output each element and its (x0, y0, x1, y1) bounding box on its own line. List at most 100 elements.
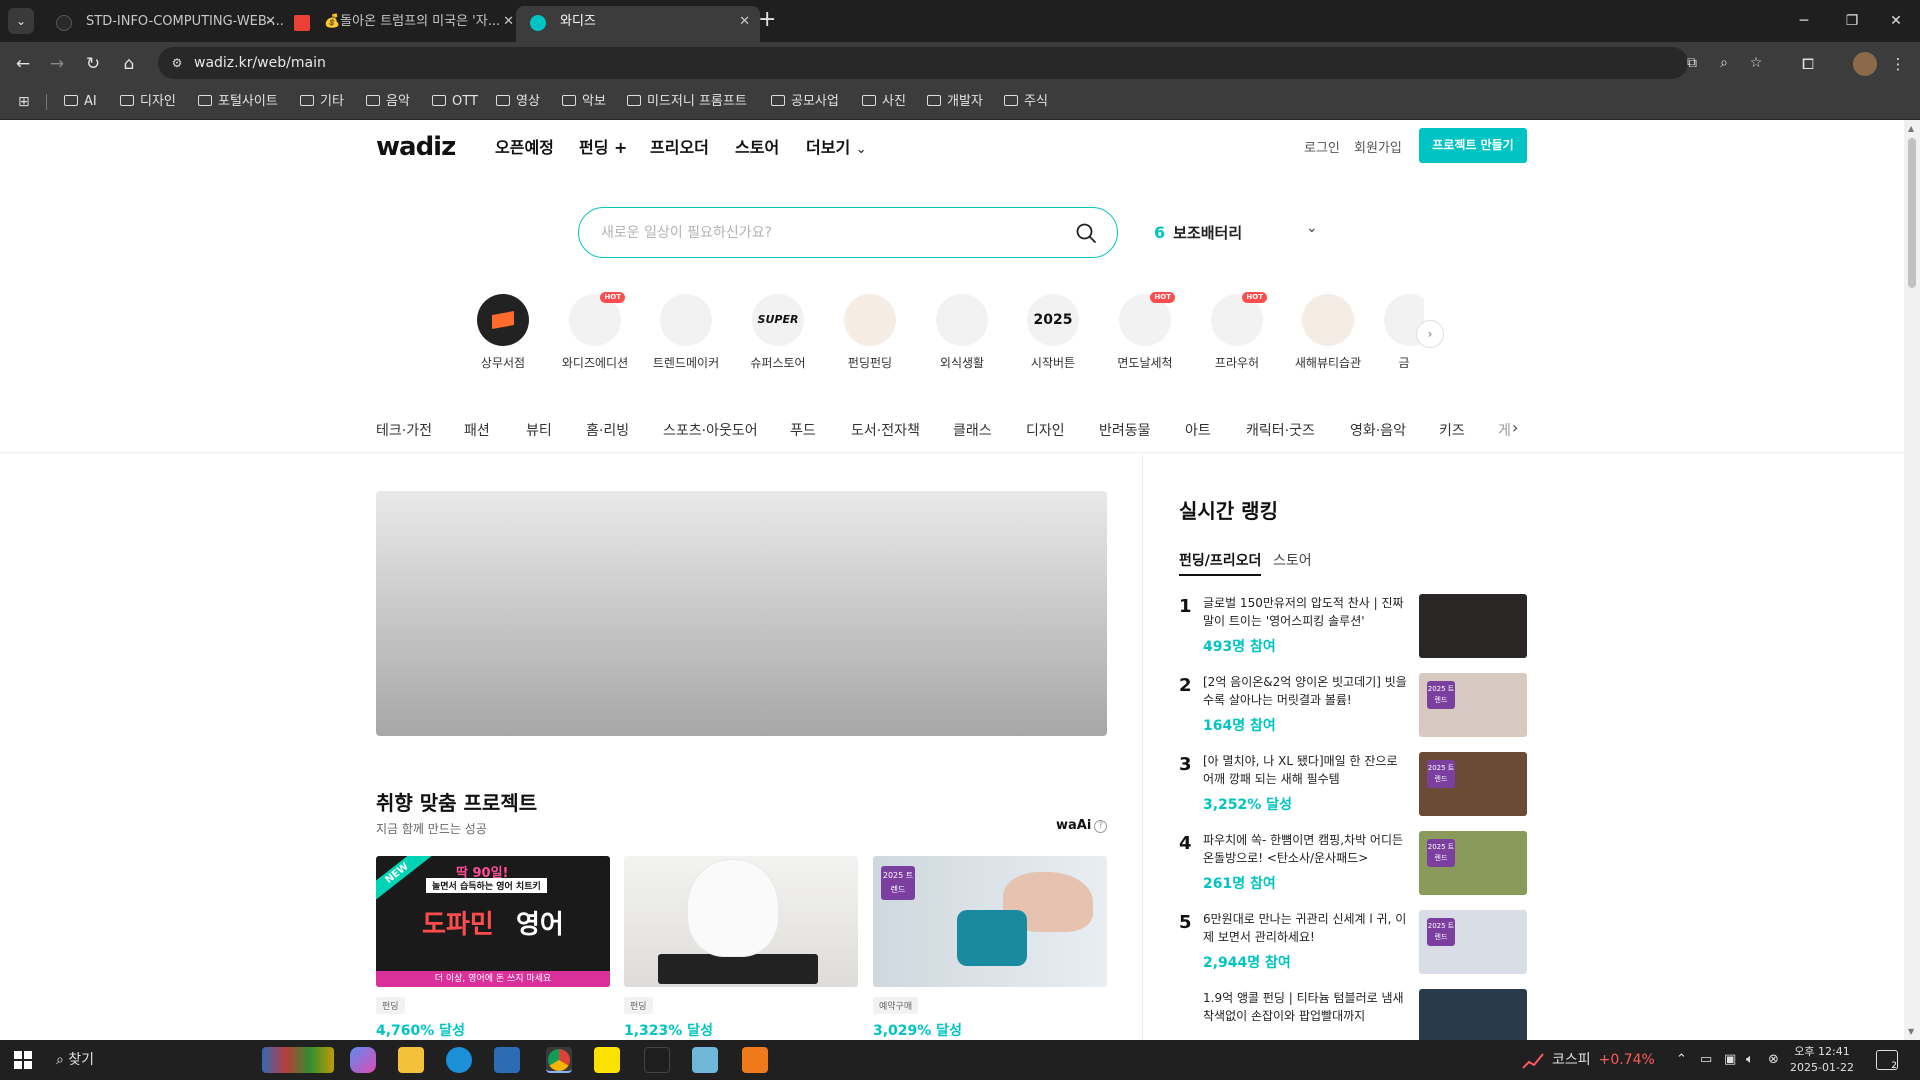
category-item[interactable]: HOT 프라우허 (1202, 292, 1272, 371)
category-item[interactable]: SUPER 슈퍼스토어 (743, 294, 813, 371)
category-item[interactable]: 외식생활 (927, 294, 997, 371)
chevron-up-icon[interactable]: ⌃ (1676, 1040, 1687, 1080)
close-icon[interactable]: ✕ (739, 6, 750, 38)
bookmark-folder[interactable]: 공모사업 (771, 84, 839, 120)
copilot-icon[interactable] (350, 1047, 376, 1073)
category-tab[interactable]: 클래스 (953, 420, 992, 440)
project-card[interactable]: NEW 딱 90일! 놀면서 습득하는 영어 치트키 도파민 영어 더 이상, … (376, 856, 610, 1040)
category-tab[interactable]: 테크·가전 (376, 420, 432, 440)
apps-grid-icon[interactable]: ⊞ (18, 94, 34, 110)
nav-store[interactable]: 스토어 (735, 134, 779, 158)
chevron-down-icon[interactable]: ⌄ (1306, 220, 1318, 236)
kakaotalk-icon[interactable] (594, 1047, 620, 1073)
category-item[interactable]: HOT 와디즈에디션 (560, 292, 630, 371)
category-tab[interactable]: 반려동물 (1099, 420, 1151, 440)
category-item[interactable]: 펀딩펀딩 (835, 294, 905, 371)
bookmark-folder[interactable]: AI (64, 84, 97, 120)
category-tab[interactable]: 푸드 (790, 420, 816, 440)
bookmark-folder[interactable]: 포털사이트 (198, 84, 278, 120)
notification-icon[interactable]: 2 (1876, 1050, 1898, 1071)
system-clock[interactable]: 오후 12:41 2025-01-22 (1790, 1044, 1854, 1076)
url-text[interactable]: wadiz.kr/web/main (194, 47, 326, 79)
category-item[interactable]: 트렌드메이커 (651, 294, 721, 371)
restore-icon[interactable]: ❐ (1828, 0, 1876, 42)
category-item[interactable]: HOT 면도날세척 (1110, 292, 1180, 371)
kebab-menu-icon[interactable]: ⋮ (1886, 52, 1910, 76)
category-item[interactable]: 2025 시작버튼 (1018, 294, 1088, 371)
bookmark-folder[interactable]: 기타 (300, 84, 344, 120)
window-close-icon[interactable]: ✕ (1872, 0, 1920, 42)
help-icon[interactable]: ? (1094, 820, 1108, 833)
site-info-icon[interactable]: ⚙ (168, 54, 186, 72)
trending-keyword[interactable]: 6 보조배터리 (1154, 222, 1242, 243)
nav-funding[interactable]: 펀딩 + (579, 134, 627, 158)
bookmark-folder[interactable]: 주식 (1004, 84, 1048, 120)
category-tab[interactable]: 뷰티 (526, 420, 552, 440)
category-tab[interactable]: 캐릭터·굿즈 (1246, 420, 1315, 440)
bookmark-folder[interactable]: 음악 (366, 84, 410, 120)
forward-arrow-icon[interactable]: → (46, 53, 68, 75)
search-input[interactable] (601, 220, 1041, 246)
home-icon[interactable]: ⌂ (118, 53, 140, 75)
category-tab[interactable]: 디자인 (1026, 420, 1065, 440)
bookmark-folder[interactable]: 악보 (562, 84, 606, 120)
nav-more[interactable]: 더보기 ⌄ (806, 134, 867, 158)
tab-wadiz[interactable]: 와디즈 ✕ (516, 6, 760, 42)
stock-widget[interactable]: 코스피 +0.74% (1552, 1040, 1655, 1080)
chrome-icon[interactable] (546, 1047, 572, 1073)
extensions-puzzle-icon[interactable]: ⧠ (1796, 52, 1820, 76)
category-tab[interactable]: 게 (1498, 420, 1512, 440)
nav-open-soon[interactable]: 오픈예정 (495, 134, 554, 158)
status-icon[interactable]: ⊗ (1768, 1040, 1779, 1080)
main-banner[interactable] (376, 491, 1107, 736)
ranking-item[interactable]: 1.9억 앵콜 펀딩 | 티타늄 텀블러로 냄새 착색없이 손잡이와 팝업빨대까… (1179, 989, 1529, 1040)
bookmark-folder[interactable]: 사진 (862, 84, 906, 120)
edge-icon[interactable] (446, 1047, 472, 1073)
ranking-item[interactable]: 4 파우치에 쏙- 한뼘이면 캠핑,차박 어디든 온돌방으로! <탄소사/운사패… (1179, 831, 1529, 897)
project-card[interactable]: 2025 트렌드 예약구매 3,029% 달성 (873, 856, 1107, 1040)
eraser-icon[interactable] (692, 1047, 718, 1073)
category-tab[interactable]: 도서·전자책 (851, 420, 920, 440)
bookmark-folder[interactable]: 개발자 (927, 84, 983, 120)
display-icon[interactable]: ▣ (1724, 1040, 1736, 1080)
project-card[interactable]: 펀딩 1,323% 달성 (624, 856, 858, 1040)
category-tab[interactable]: 홈·리빙 (586, 420, 629, 440)
figma-icon[interactable] (644, 1047, 670, 1073)
category-tab[interactable]: 스포츠·아웃도어 (663, 420, 758, 440)
books-icon[interactable] (262, 1047, 334, 1073)
install-app-icon[interactable]: ⧉ (1682, 53, 1702, 73)
ranking-item[interactable]: 2 [2억 음이온&2억 양이온 빗고데기] 빗을수록 살아나는 머릿결과 볼륨… (1179, 673, 1529, 739)
network-app-icon[interactable] (742, 1047, 768, 1073)
ranking-tab-funding[interactable]: 펀딩/프리오더 (1179, 550, 1262, 576)
nav-preorder[interactable]: 프리오더 (650, 134, 709, 158)
ranking-item[interactable]: 5 6만원대로 만나는 귀관리 신세계 l 귀, 이제 보면서 관리하세요! 2… (1179, 910, 1529, 976)
file-explorer-icon[interactable] (398, 1047, 424, 1073)
category-tab[interactable]: 패션 (464, 420, 490, 440)
scroll-thumb[interactable] (1908, 138, 1916, 288)
reload-icon[interactable]: ↻ (82, 53, 104, 75)
ranking-tab-store[interactable]: 스토어 (1273, 550, 1312, 570)
search-icon[interactable] (1075, 222, 1097, 244)
category-item[interactable]: 새해뷰티습관 (1293, 294, 1363, 371)
ranking-item[interactable]: 1 글로벌 150만유저의 압도적 찬사 | 진짜 말이 트이는 '영어스피킹 … (1179, 594, 1529, 660)
create-project-button[interactable]: 프로젝트 만들기 (1419, 128, 1527, 163)
chevron-right-icon[interactable]: › (1512, 418, 1518, 437)
volume-icon[interactable]: 🔈︎ (1746, 1040, 1754, 1080)
login-link[interactable]: 로그인 (1304, 137, 1340, 156)
waai-label[interactable]: waAi? (1056, 818, 1108, 833)
zoom-icon[interactable]: ⌕ (1714, 53, 1734, 73)
category-item[interactable]: 상무서점 (468, 294, 538, 371)
wadiz-logo[interactable]: wadiz (376, 132, 456, 162)
tab-gmail[interactable]: 💰돌아온 트럼프의 미국은 '자... ✕ (280, 6, 524, 38)
category-tab[interactable]: 아트 (1185, 420, 1211, 440)
bookmark-folder[interactable]: 미드저니 프롬프트 (627, 84, 747, 120)
bookmark-star-icon[interactable]: ☆ (1746, 53, 1766, 73)
scroll-down-icon[interactable]: ▼ (1908, 1027, 1914, 1036)
bookmark-folder[interactable]: 디자인 (120, 84, 176, 120)
omnibox[interactable]: ⚙ wadiz.kr/web/main ⧉ ⌕ ☆ (158, 47, 1762, 79)
tab-search-chevron-icon[interactable]: ⌄ (8, 8, 34, 34)
tab-std-info[interactable]: STD-INFO-COMPUTING-WEB-... ✕ (42, 6, 286, 38)
remote-desktop-icon[interactable] (494, 1047, 520, 1073)
page-scrollbar[interactable]: ▲ ▼ (1904, 120, 1920, 1040)
ranking-item[interactable]: 3 [아 멸치야, 나 XL 됐다]매일 한 잔으로 어깨 깡패 되는 새해 필… (1179, 752, 1529, 818)
